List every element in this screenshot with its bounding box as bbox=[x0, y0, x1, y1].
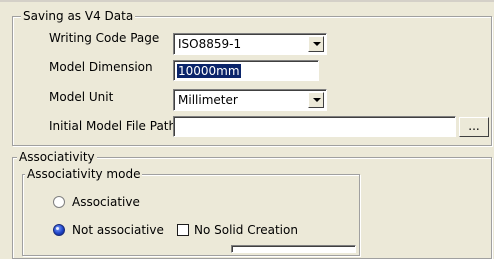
model-unit-dropdown-button[interactable] bbox=[308, 92, 324, 108]
chevron-down-icon bbox=[313, 42, 321, 46]
browse-button[interactable]: ... bbox=[459, 117, 489, 137]
writing-code-page-combo[interactable]: ISO8859-1 bbox=[173, 33, 327, 55]
initial-model-file-path-input[interactable] bbox=[173, 116, 456, 137]
associative-radio[interactable] bbox=[53, 196, 65, 208]
model-dimension-input[interactable]: 10000mm bbox=[173, 60, 319, 81]
chevron-down-icon bbox=[313, 98, 321, 102]
saving-v4-group-title: Saving as V4 Data bbox=[21, 9, 136, 23]
no-solid-creation-label[interactable]: No Solid Creation bbox=[194, 223, 298, 237]
associativity-mode-group-title: Associativity mode bbox=[25, 167, 143, 181]
not-associative-radio[interactable] bbox=[53, 224, 65, 236]
writing-code-page-label: Writing Code Page bbox=[49, 31, 160, 45]
associative-radio-label[interactable]: Associative bbox=[72, 195, 140, 209]
model-unit-label: Model Unit bbox=[49, 90, 114, 104]
writing-code-page-value: ISO8859-1 bbox=[178, 37, 242, 51]
top-edge-divider bbox=[0, 0, 494, 2]
model-dimension-value: 10000mm bbox=[177, 64, 241, 78]
model-unit-combo[interactable]: Millimeter bbox=[173, 89, 327, 111]
not-associative-radio-label[interactable]: Not associative bbox=[72, 223, 164, 237]
initial-model-file-path-label: Initial Model File Path bbox=[49, 119, 177, 133]
model-dimension-label: Model Dimension bbox=[49, 60, 153, 74]
cutoff-field[interactable] bbox=[231, 245, 356, 253]
no-solid-creation-checkbox[interactable] bbox=[177, 224, 189, 236]
associativity-mode-groupbox bbox=[22, 174, 360, 256]
writing-code-page-dropdown-button[interactable] bbox=[308, 36, 324, 52]
associativity-group-title: Associativity bbox=[17, 150, 97, 164]
radio-selected-dot bbox=[56, 227, 59, 230]
model-unit-value: Millimeter bbox=[178, 93, 238, 107]
